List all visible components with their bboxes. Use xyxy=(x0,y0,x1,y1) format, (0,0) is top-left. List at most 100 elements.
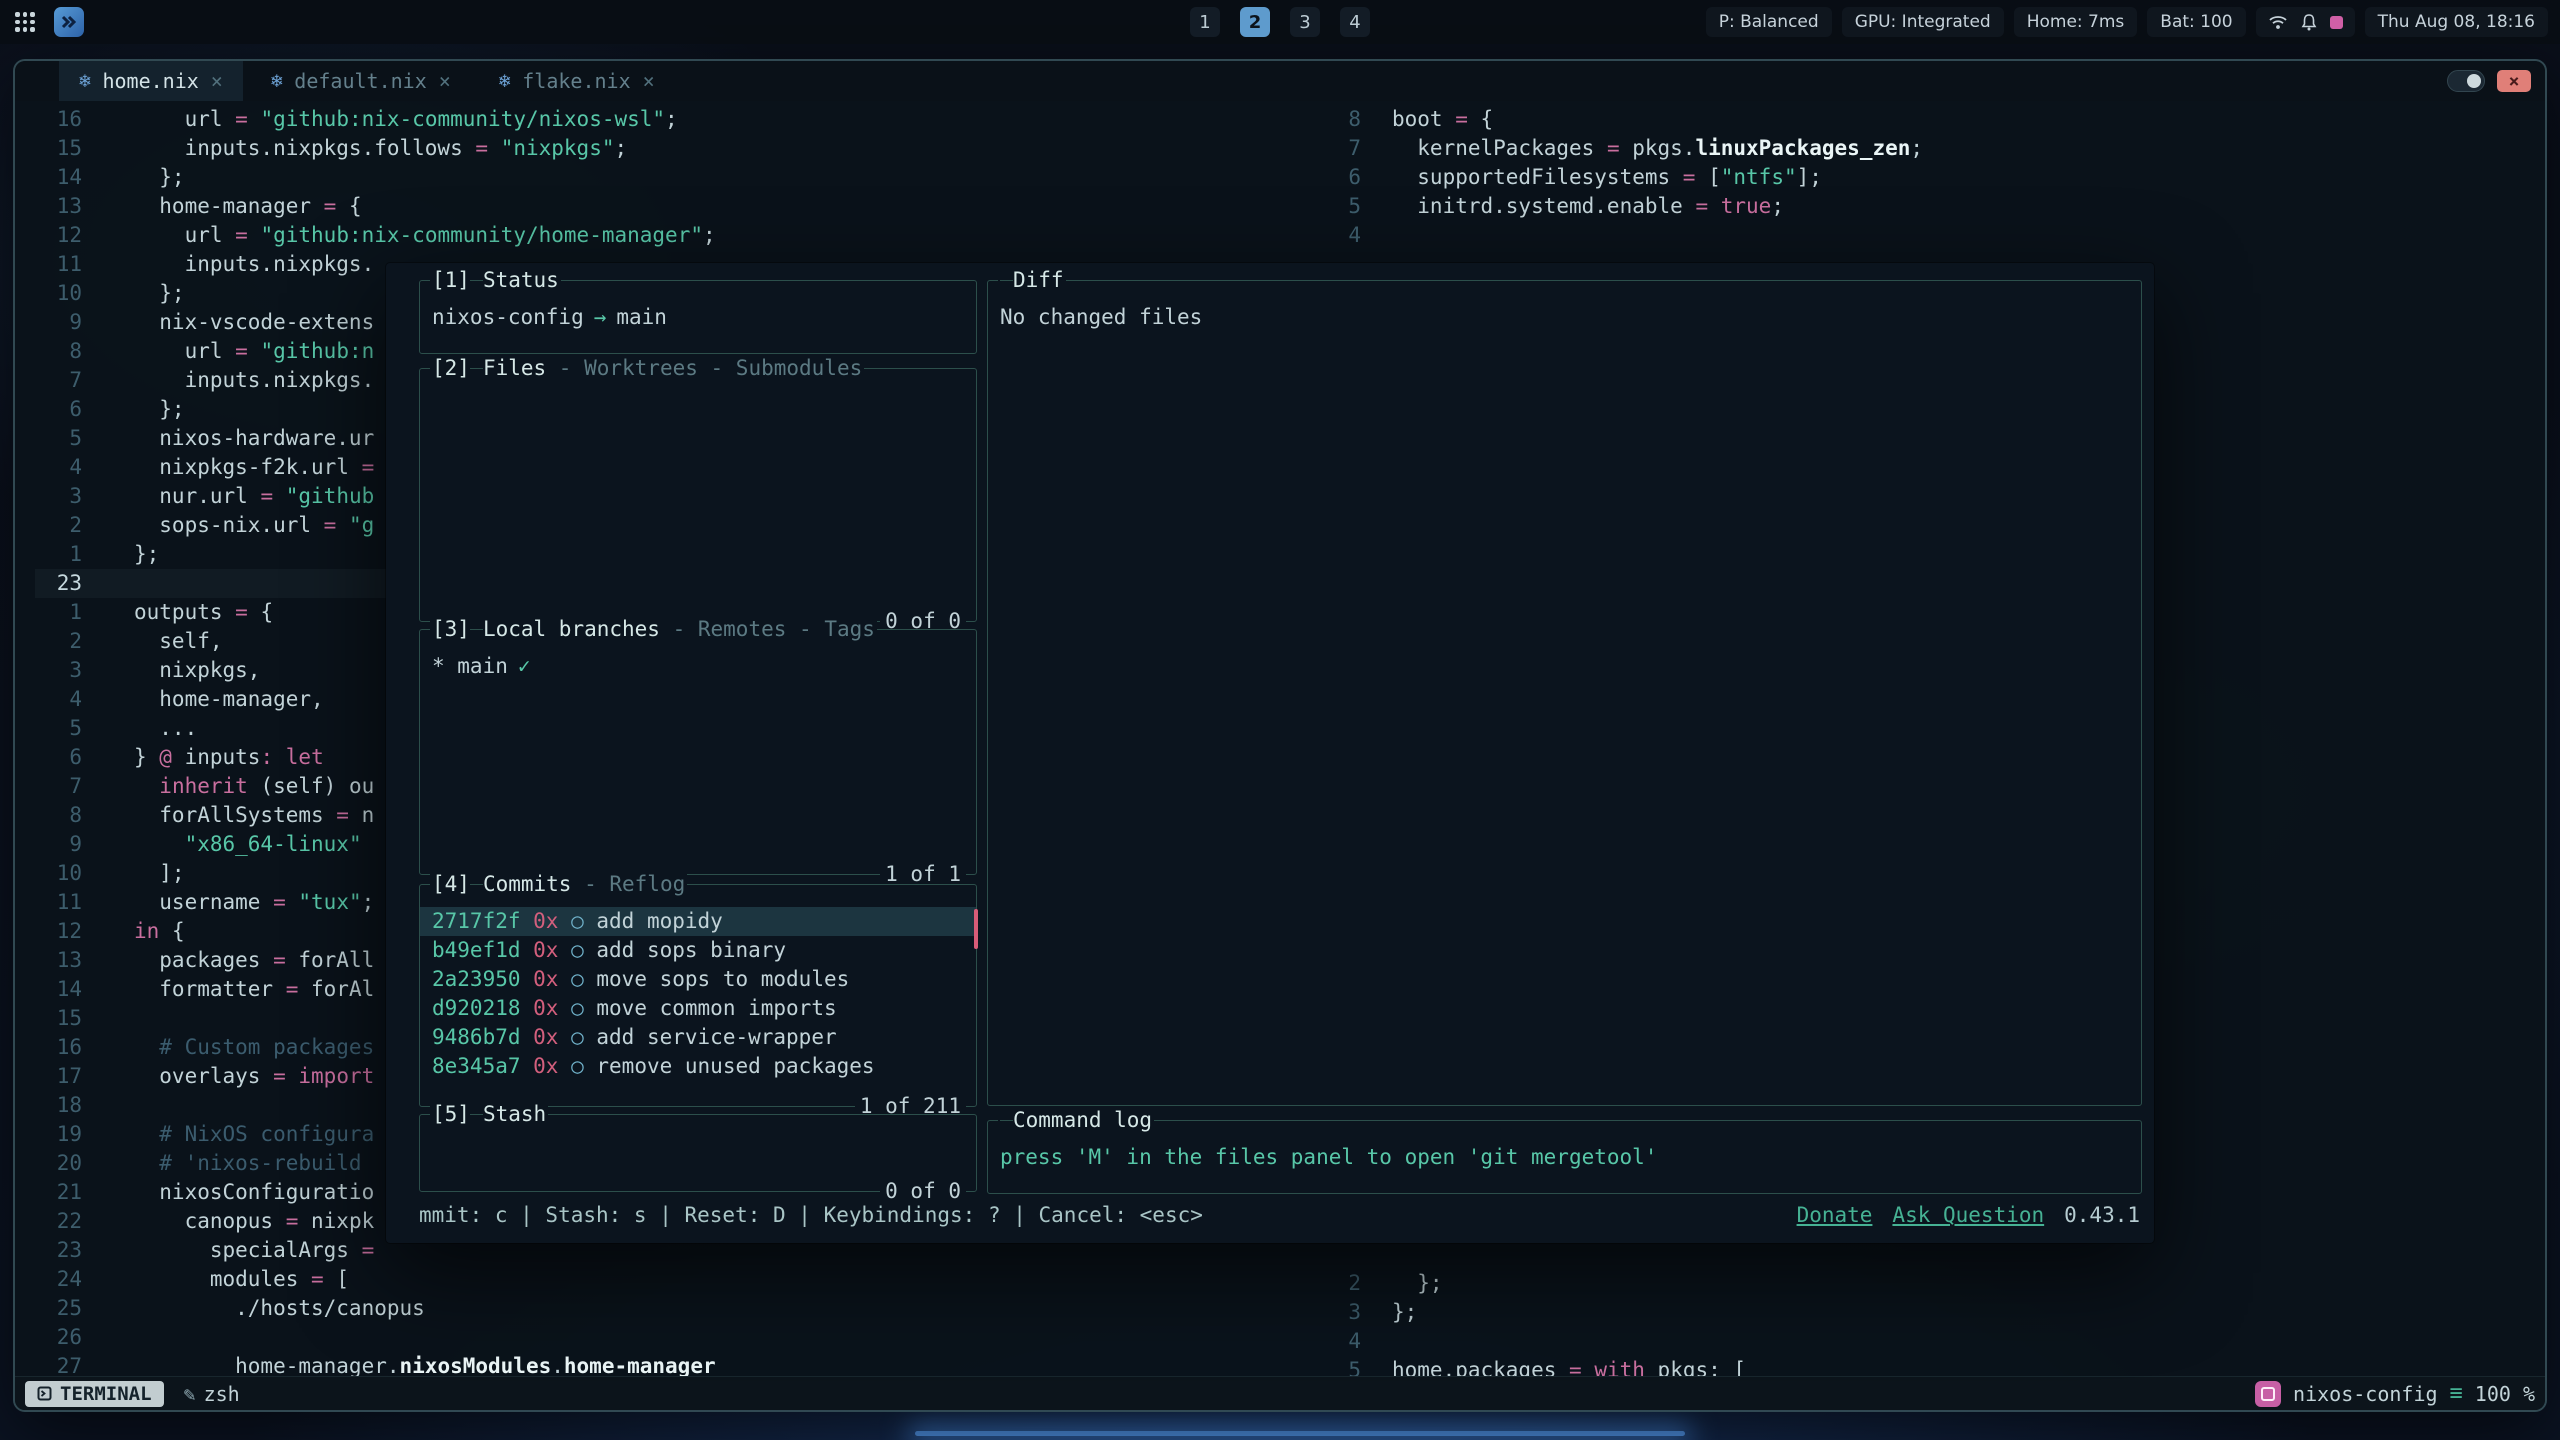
line-number: 6 xyxy=(35,743,82,772)
editor-pane-right-bottom[interactable]: 2 };3};45home.packages = with pkgs; [ xyxy=(1337,1269,2537,1385)
code-text: inputs.nixpkgs. xyxy=(134,250,374,279)
window-toggle-switch[interactable] xyxy=(2447,70,2485,92)
lazygit-panel-diff[interactable]: Diff No changed files xyxy=(987,280,2142,1106)
code-text: home-manager, xyxy=(134,685,324,714)
code-text: supportedFilesystems = ["ntfs"]; xyxy=(1392,163,1822,192)
code-text: home-manager = { xyxy=(134,192,362,221)
commit-author: 0x xyxy=(521,996,572,1020)
code-line: 5 initrd.systemd.enable = true; xyxy=(1337,192,2537,221)
title-dash xyxy=(1000,280,1013,281)
clock[interactable]: Thu Aug 08, 18:16 xyxy=(2365,7,2548,37)
line-number: 10 xyxy=(35,859,82,888)
line-number: 9 xyxy=(35,308,82,337)
panel-name: Local branches xyxy=(483,615,660,644)
line-number: 12 xyxy=(35,221,82,250)
editor-tab-bar: ❄home.nix×❄default.nix×❄flake.nix× xyxy=(15,61,2545,101)
status-module-3: Bat: 100 xyxy=(2147,7,2245,37)
commit-graph-node-icon: ○ xyxy=(571,1054,584,1078)
repo-badge-icon xyxy=(2255,1381,2281,1407)
line-number: 2 xyxy=(1337,1269,1361,1298)
line-number: 16 xyxy=(35,1033,82,1062)
editor-tab-default.nix[interactable]: ❄default.nix× xyxy=(251,61,471,101)
editor-tab-home.nix[interactable]: ❄home.nix× xyxy=(59,61,243,101)
commit-hash: b49ef1d xyxy=(432,938,521,962)
panel-number: [4] xyxy=(432,870,470,899)
lazygit-popup: [1]Status nixos-config→main [2]Files - W… xyxy=(386,263,2154,1243)
line-number: 4 xyxy=(1337,221,1361,250)
line-number: 22 xyxy=(35,1207,82,1236)
lazygit-panel-stash[interactable]: [5]Stash 0 of 0 xyxy=(419,1114,977,1192)
shell-indicator[interactable]: ✎ zsh xyxy=(184,1382,240,1406)
commit-hash: 9486b7d xyxy=(432,1025,521,1049)
title-dash xyxy=(1000,1120,1013,1121)
line-number: 5 xyxy=(1337,192,1361,221)
commit-author: 0x xyxy=(521,938,572,962)
editor-tab-flake.nix[interactable]: ❄flake.nix× xyxy=(479,61,675,101)
code-line: 16 url = "github:nix-community/nixos-wsl… xyxy=(35,105,1325,134)
commit-row[interactable]: 2717f2f 0x ○ add mopidy xyxy=(420,907,976,936)
line-number: 12 xyxy=(35,917,82,946)
commit-row[interactable]: 9486b7d 0x ○ add service-wrapper xyxy=(420,1023,976,1052)
code-text: in { xyxy=(134,917,185,946)
code-text: # Custom packages xyxy=(134,1033,374,1062)
apps-grid-icon[interactable] xyxy=(12,9,38,35)
code-text: }; xyxy=(134,540,159,569)
workspace-button-1[interactable]: 1 xyxy=(1190,7,1220,37)
panel-title-commits: [4]Commits - Reflog xyxy=(430,870,687,899)
system-tray[interactable] xyxy=(2256,7,2355,37)
commit-hash: 2717f2f xyxy=(432,909,521,933)
panel-name: Stash xyxy=(483,1100,546,1129)
tab-close-icon[interactable]: × xyxy=(439,69,451,93)
commit-row[interactable]: 2a23950 0x ○ move sops to modules xyxy=(420,965,976,994)
panel-title-files: [2]Files - Worktrees - Submodules xyxy=(430,354,864,383)
lazygit-panel-files[interactable]: [2]Files - Worktrees - Submodules 0 of 0 xyxy=(419,368,977,622)
lazygit-panel-status[interactable]: [1]Status nixos-config→main xyxy=(419,280,977,354)
branch-item[interactable]: * main xyxy=(432,652,508,681)
commit-row[interactable]: b49ef1d 0x ○ add sops binary xyxy=(420,936,976,965)
mode-label: TERMINAL xyxy=(60,1383,152,1405)
editor-pane-right-top[interactable]: 8boot = {7 kernelPackages = pkgs.linuxPa… xyxy=(1337,105,2537,250)
lazygit-panel-commits[interactable]: [4]Commits - Reflog 2717f2f 0x ○ add mop… xyxy=(419,884,977,1107)
workspace-button-2[interactable]: 2 xyxy=(1240,7,1270,37)
terminal-window: ❄home.nix×❄default.nix×❄flake.nix× × 16 … xyxy=(13,59,2547,1412)
commit-hash: d920218 xyxy=(432,996,521,1020)
panel-name: Commits xyxy=(483,870,572,899)
tab-close-icon[interactable]: × xyxy=(643,69,655,93)
code-line: 4 xyxy=(1337,1327,2537,1356)
panel-name: Status xyxy=(483,266,559,295)
code-text: specialArgs = xyxy=(134,1236,374,1265)
scroll-lines-icon: ≡ xyxy=(2450,1381,2463,1406)
line-number: 4 xyxy=(35,685,82,714)
tab-filename: flake.nix xyxy=(522,69,630,93)
code-text: username = "tux"; xyxy=(134,888,374,917)
lazygit-panel-branches[interactable]: [3]Local branches - Remotes - Tags * mai… xyxy=(419,629,977,875)
mode-indicator[interactable]: TERMINAL xyxy=(25,1381,164,1407)
code-line: 8boot = { xyxy=(1337,105,2537,134)
line-number: 14 xyxy=(35,163,82,192)
donate-link[interactable]: Donate xyxy=(1797,1201,1873,1230)
line-number: 24 xyxy=(35,1265,82,1294)
line-number: 7 xyxy=(1337,134,1361,163)
tab-close-icon[interactable]: × xyxy=(211,69,223,93)
panel-name: Command log xyxy=(1013,1106,1152,1135)
workspace-button-3[interactable]: 3 xyxy=(1290,7,1320,37)
code-line: 12 url = "github:nix-community/home-mana… xyxy=(35,221,1325,250)
code-line: 3}; xyxy=(1337,1298,2537,1327)
code-text: # NixOS configura xyxy=(134,1120,374,1149)
panel-name: Diff xyxy=(1013,266,1064,295)
code-text: kernelPackages = pkgs.linuxPackages_zen; xyxy=(1392,134,1923,163)
line-number: 17 xyxy=(35,1062,82,1091)
lazygit-panel-command-log[interactable]: Command log press 'M' in the files panel… xyxy=(987,1120,2142,1194)
active-app-icon[interactable] xyxy=(54,7,84,37)
line-number: 25 xyxy=(35,1294,82,1323)
ask-question-link[interactable]: Ask Question xyxy=(1892,1201,2044,1230)
code-text: nixpkgs, xyxy=(134,656,260,685)
workspace-button-4[interactable]: 4 xyxy=(1340,7,1370,37)
code-text: # 'nixos-rebuild xyxy=(134,1149,362,1178)
window-close-button[interactable]: × xyxy=(2497,70,2531,92)
commits-scrollbar[interactable] xyxy=(974,909,978,949)
commit-row[interactable]: d920218 0x ○ move common imports xyxy=(420,994,976,1023)
commit-row[interactable]: 8e345a7 0x ○ remove unused packages xyxy=(420,1052,976,1081)
code-text: nixos-hardware.ur xyxy=(134,424,374,453)
recording-indicator-icon xyxy=(2330,16,2343,29)
